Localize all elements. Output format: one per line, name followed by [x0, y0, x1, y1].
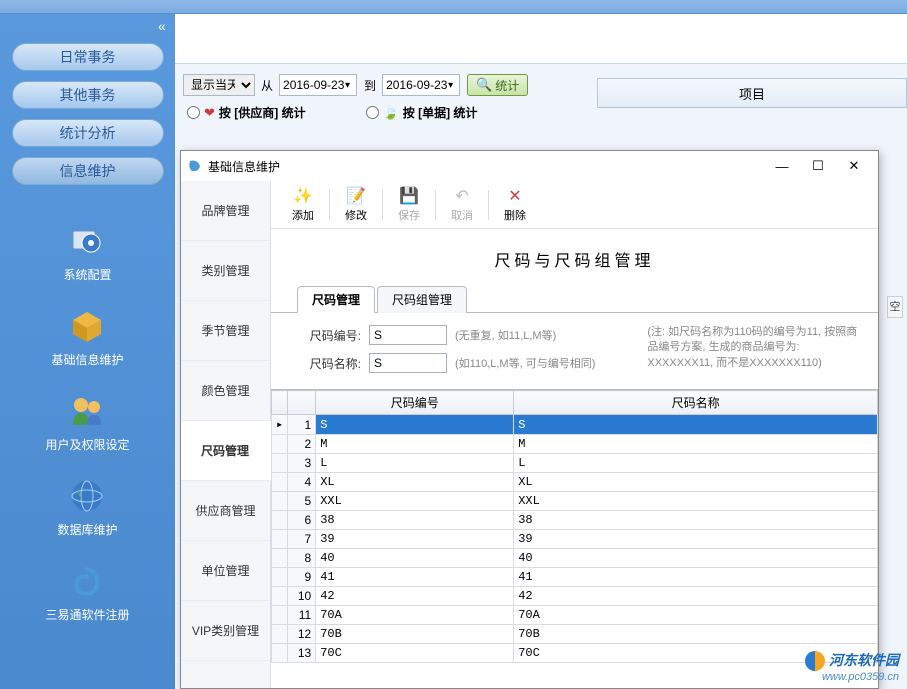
table-row[interactable]: 1370C70C [272, 644, 878, 663]
table-row[interactable]: 3LL [272, 454, 878, 473]
minimize-button[interactable]: ― [764, 154, 800, 178]
empty-cell: 空 [887, 296, 903, 318]
table-row[interactable]: 104242 [272, 587, 878, 606]
table-row[interactable]: 4XLXL [272, 473, 878, 492]
users-icon [66, 390, 108, 432]
swirl-icon [66, 560, 108, 602]
name-input[interactable] [369, 353, 447, 373]
tab-row: 尺码管理 尺码组管理 [271, 285, 878, 313]
toolbar-save-button: 💾保存 [387, 183, 431, 226]
nav-other[interactable]: 其他事务 [12, 81, 164, 109]
dialog-title-text: 基础信息维护 [208, 158, 280, 175]
col-name-header[interactable]: 尺码名称 [514, 391, 878, 415]
code-input[interactable] [369, 325, 447, 345]
dropdown-icon[interactable]: ▾ [345, 80, 350, 91]
toolbar-icon: ✨ [293, 186, 313, 206]
radio-bill[interactable]: 🍃按 [单据] 统计 [366, 104, 478, 121]
search-icon: 🔍 [476, 77, 492, 93]
dialog-sidebar-item[interactable]: 类别管理 [181, 241, 270, 301]
table-row[interactable]: 1270B70B [272, 625, 878, 644]
dialog-sidebar-item[interactable]: 单位管理 [181, 541, 270, 601]
code-label: 尺码编号: [301, 327, 361, 344]
sidebar-label: 用户及权限设定 [45, 436, 129, 453]
sidebar-item-baseinfo[interactable]: 基础信息维护 [51, 305, 123, 368]
grid-wrap[interactable]: 尺码编号 尺码名称 ▸1SS2MM3LL4XLXL5XXLXXL63838739… [271, 389, 878, 688]
sidebar-collapse-icon[interactable]: « [158, 18, 166, 34]
table-row[interactable]: 2MM [272, 435, 878, 454]
tab-sizegroup[interactable]: 尺码组管理 [377, 286, 467, 313]
table-row[interactable]: 84040 [272, 549, 878, 568]
close-button[interactable]: ✕ [836, 154, 872, 178]
toolbar-edit-button[interactable]: 📝修改 [334, 183, 378, 226]
table-row[interactable]: 94141 [272, 568, 878, 587]
sidebar-label: 系统配置 [63, 266, 111, 283]
stat-button[interactable]: 🔍统计 [467, 74, 528, 96]
sidebar-item-sysconfig[interactable]: 系统配置 [63, 220, 111, 283]
sidebar-item-db[interactable]: 数据库维护 [57, 475, 117, 538]
nav-daily[interactable]: 日常事务 [12, 43, 164, 71]
maximize-button[interactable]: ☐ [800, 154, 836, 178]
toolbar-delete-button[interactable]: ✕删除 [493, 183, 537, 226]
toolbar-icon: 💾 [399, 186, 419, 206]
table-row[interactable]: ▸1SS [272, 415, 878, 435]
code-hint: (无重复, 如11,L,M等) [455, 327, 556, 343]
app-titlebar [0, 0, 907, 14]
toolbar-icon: ↶ [455, 186, 468, 206]
sidebar-label: 数据库维护 [57, 521, 117, 538]
baseinfo-dialog: 基础信息维护 ― ☐ ✕ 品牌管理类别管理季节管理颜色管理尺码管理供应商管理单位… [180, 150, 879, 689]
dialog-sidebar-item[interactable]: 尺码管理 [181, 421, 271, 481]
app-icon [187, 158, 203, 174]
display-range-select[interactable]: 显示当天 [183, 74, 255, 96]
cube-icon [66, 305, 108, 347]
gear-icon [66, 220, 108, 262]
table-row[interactable]: 73939 [272, 530, 878, 549]
toolbar-add-button[interactable]: ✨添加 [281, 183, 325, 226]
dialog-sidebar-item[interactable]: 供应商管理 [181, 481, 270, 541]
radio-supplier[interactable]: ❤按 [供应商] 统计 [187, 104, 306, 121]
dialog-sidebar-item[interactable]: 颜色管理 [181, 361, 270, 421]
dialog-sidebar-item[interactable]: 品牌管理 [181, 181, 270, 241]
to-label: 到 [364, 77, 376, 94]
toolbar-icon: ✕ [508, 186, 521, 206]
table-row[interactable]: 5XXLXXL [272, 492, 878, 511]
main-sidebar: « 日常事务 其他事务 统计分析 信息维护 系统配置 基础信息维护 用户及权限设… [0, 14, 175, 689]
form-note: (注: 如尺码名称为110码的编号为11, 按照商品编号方案, 生成的商品编号为… [647, 325, 858, 381]
col-code-header[interactable]: 尺码编号 [316, 391, 514, 415]
toolbar-icon: 📝 [346, 186, 366, 206]
sidebar-item-users[interactable]: 用户及权限设定 [45, 390, 129, 453]
tab-size[interactable]: 尺码管理 [297, 286, 375, 313]
nav-info[interactable]: 信息维护 [12, 157, 164, 185]
table-row[interactable]: 1170A70A [272, 606, 878, 625]
from-label: 从 [261, 77, 273, 94]
nav-stats[interactable]: 统计分析 [12, 119, 164, 147]
dialog-sidebar-item[interactable]: 季节管理 [181, 301, 270, 361]
sidebar-label: 基础信息维护 [51, 351, 123, 368]
project-column-header: 项目 [597, 78, 907, 108]
dialog-titlebar[interactable]: 基础信息维护 ― ☐ ✕ [181, 151, 878, 181]
toolbar-cancel-button: ↶取消 [440, 183, 484, 226]
leaf-icon: 🍃 [383, 105, 399, 121]
globe-icon [66, 475, 108, 517]
name-label: 尺码名称: [301, 355, 361, 372]
sidebar-label: 三易通软件注册 [45, 606, 129, 623]
name-hint: (如110,L,M等, 可与编号相同) [455, 355, 595, 371]
table-row[interactable]: 63838 [272, 511, 878, 530]
dialog-sidebar-item[interactable]: VIP类别管理 [181, 601, 270, 661]
dialog-toolbar: ✨添加📝修改💾保存↶取消✕删除 [271, 181, 878, 229]
dialog-heading: 尺码与尺码组管理 [271, 229, 878, 285]
dialog-sidebar: 品牌管理类别管理季节管理颜色管理尺码管理供应商管理单位管理VIP类别管理 [181, 181, 271, 688]
red-dot-icon: ❤ [204, 105, 215, 121]
dropdown-icon[interactable]: ▾ [448, 80, 453, 91]
size-grid[interactable]: 尺码编号 尺码名称 ▸1SS2MM3LL4XLXL5XXLXXL63838739… [271, 390, 878, 663]
sidebar-item-register[interactable]: 三易通软件注册 [45, 560, 129, 623]
